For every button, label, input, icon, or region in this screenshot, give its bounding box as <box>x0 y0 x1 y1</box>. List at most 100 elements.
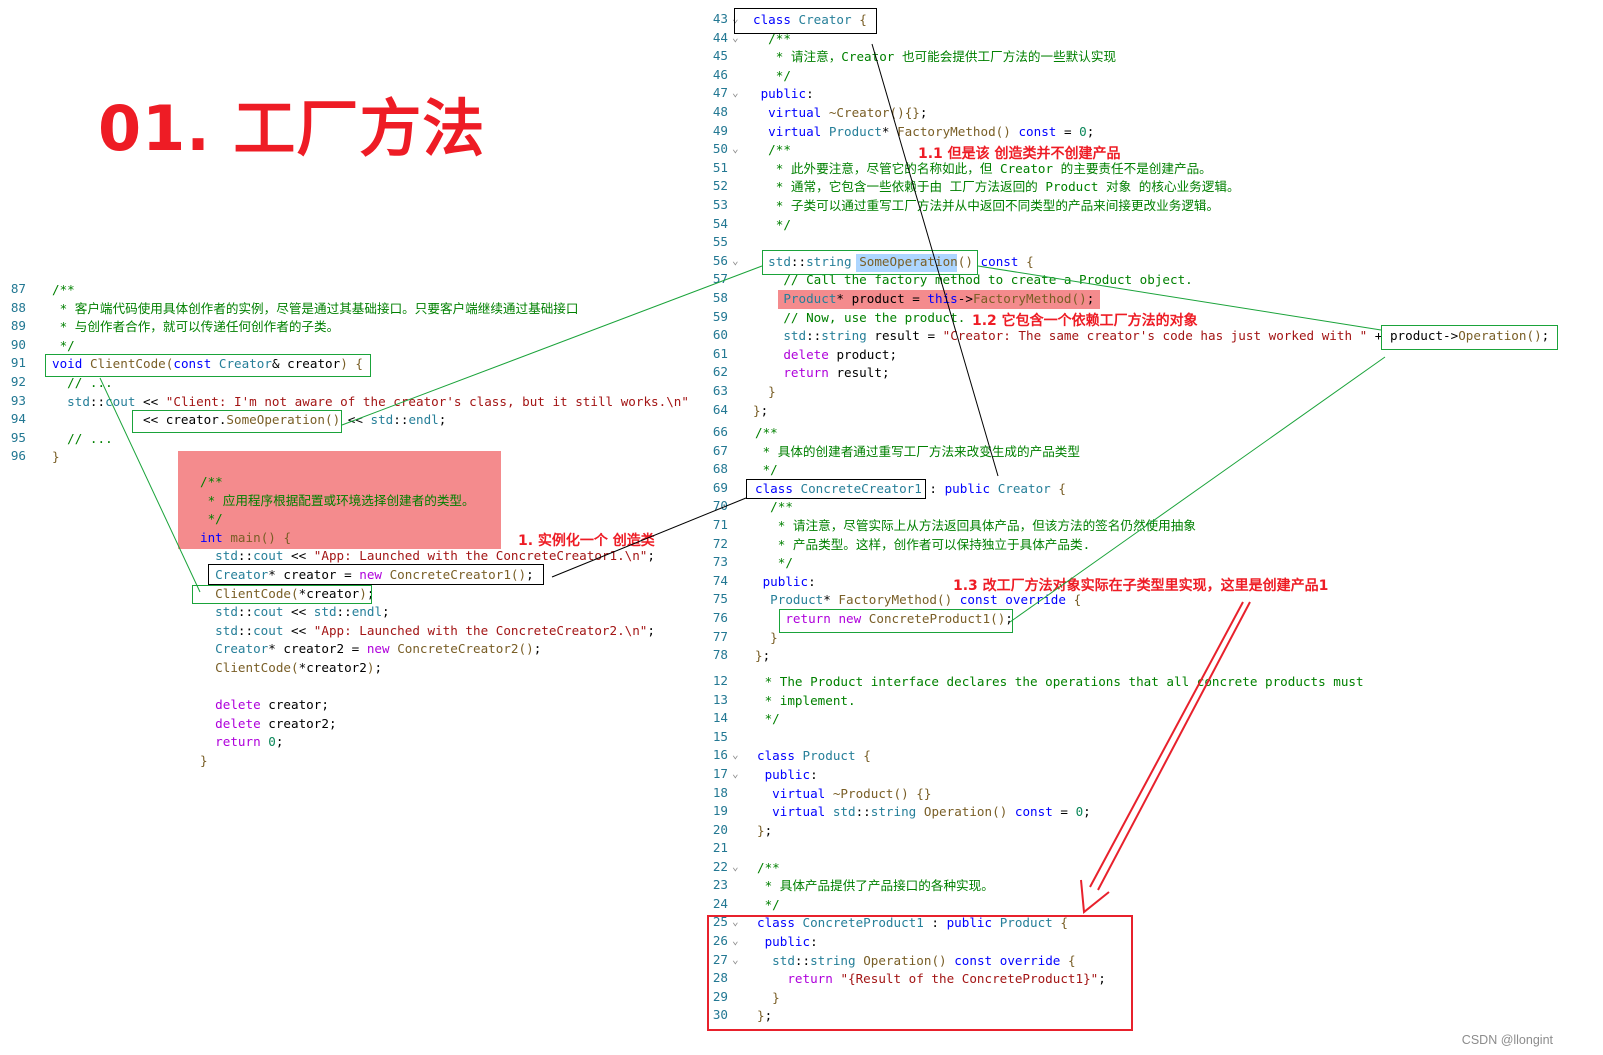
line-number: 88 <box>10 299 26 315</box>
line-number: 15 <box>712 728 728 744</box>
code-line: */ <box>200 511 223 527</box>
line-number: 69 <box>712 479 728 495</box>
line-number: 90 <box>10 336 26 352</box>
code-line: * 子类可以通过重写工厂方法并从中返回不同类型的产品来间接更改业务逻辑。 <box>753 198 1220 213</box>
concrete-creator1-box <box>746 479 926 499</box>
annotation-1-1: 1.1 但是该 创造类并不创建产品 <box>918 146 1121 162</box>
fold-chevron-icon[interactable]: ⌄ <box>732 86 739 99</box>
line-number: 53 <box>712 197 728 212</box>
code-line: // Now, use the product. <box>753 309 966 325</box>
page-title: 01. 工厂方法 <box>98 92 486 165</box>
code-line: * 请注意，尽管实际上从方法返回具体产品，但该方法的签名仍然使用抽象 <box>755 518 1196 533</box>
line-number: 51 <box>712 159 728 175</box>
code-line: * 具体的创建者通过重写工厂方法来改变生成的产品类型 <box>755 443 1080 459</box>
creator-class-box <box>734 8 877 34</box>
line-number: 60 <box>712 327 728 343</box>
line-number: 78 <box>712 647 728 663</box>
line-number: 52 <box>712 178 728 194</box>
fold-chevron-icon[interactable]: ⌄ <box>732 767 739 780</box>
line-number: 14 <box>712 710 728 726</box>
code-line: delete creator; <box>215 697 329 713</box>
code-line: int main() { <box>200 529 292 545</box>
code-line: class Product { <box>757 748 871 764</box>
code-line: std::cout << "Client: I'm not aware of t… <box>67 393 689 409</box>
line-number: 13 <box>712 691 728 707</box>
line-number: 57 <box>712 271 728 287</box>
fold-chevron-icon[interactable]: ⌄ <box>732 254 739 267</box>
code-line: */ <box>753 67 791 83</box>
line-number: 96 <box>10 448 26 464</box>
line-number: 56 <box>712 252 728 268</box>
line-number: 61 <box>712 345 728 361</box>
annotation-1: 1. 实例化一个 创造类 <box>518 533 655 549</box>
code-line: }; <box>753 402 769 418</box>
annotation-1-3: 1.3 改工厂方法对象实际在子类型里实现，这里是创建产品1 <box>953 578 1329 594</box>
code-line: } <box>768 384 776 399</box>
creator-instantiation-box <box>208 564 544 585</box>
line-number: 46 <box>712 66 728 82</box>
line-number: 22 <box>712 858 728 874</box>
clientcode-call-box <box>192 585 372 604</box>
fold-chevron-icon[interactable]: ⌄ <box>732 142 739 155</box>
line-number: 89 <box>10 318 26 334</box>
annotation-1-2: 1.2 它包含一个依赖工厂方法的对象 <box>972 313 1198 329</box>
code-line: }; <box>755 648 771 664</box>
code-line: std::cout << std::endl; <box>215 604 390 620</box>
code-line: delete creator2; <box>215 715 337 731</box>
line-number: 55 <box>712 234 728 250</box>
creator-someoperation-call-box <box>132 410 342 433</box>
line-number: 77 <box>712 628 728 644</box>
line-number: 73 <box>712 554 728 570</box>
code-line: */ <box>757 711 780 727</box>
line-number: 76 <box>712 610 728 625</box>
code-line: Creator* creator2 = new ConcreteCreator2… <box>215 641 542 657</box>
code-line: ClientCode(*creator2); <box>215 660 383 675</box>
code-line: } <box>770 629 778 645</box>
line-number: 74 <box>712 572 728 588</box>
line-number: 71 <box>712 517 728 532</box>
arrow-to-concrete-product <box>1080 601 1251 914</box>
line-number: 48 <box>712 104 728 119</box>
code-line: virtual std::string Operation() const = … <box>772 804 1091 820</box>
line-number: 24 <box>712 895 728 911</box>
line-number: 95 <box>10 429 26 445</box>
code-line: virtual Product* FactoryMethod() const =… <box>768 123 1095 139</box>
line-number: 63 <box>712 383 728 398</box>
line-number: 70 <box>712 498 728 514</box>
line-number: 64 <box>712 401 728 417</box>
code-line: virtual ~Product() {} <box>772 785 932 801</box>
code-line: /** <box>52 282 75 297</box>
line-number: 43 <box>712 11 728 26</box>
clientcode-signature-box <box>45 354 371 377</box>
code-line: */ <box>755 462 778 478</box>
line-number: 68 <box>712 461 728 477</box>
code-line: * 客户端代码使用具体创作者的实例，尽管是通过其基础接口。只要客户端继续通过基础… <box>52 300 579 316</box>
line-number: 66 <box>712 424 728 439</box>
code-line: */ <box>52 337 75 353</box>
code-line: }; <box>757 822 773 838</box>
line-number: 62 <box>712 364 728 380</box>
line-number: 87 <box>10 281 26 296</box>
line-number: 19 <box>712 803 728 819</box>
line-number: 47 <box>712 85 728 101</box>
code-line: * 产品类型。这样，创作者可以保持独立于具体产品类. <box>755 536 1091 552</box>
fold-chevron-icon[interactable]: ⌄ <box>732 860 739 873</box>
code-line: return 0; <box>215 734 284 750</box>
line-number: 45 <box>712 48 728 64</box>
line-number: 18 <box>712 784 728 800</box>
code-line: return result; <box>783 365 890 381</box>
code-line: virtual ~Creator(){}; <box>768 105 928 120</box>
line-number: 72 <box>712 535 728 551</box>
code-line: */ <box>753 216 791 232</box>
code-line: * The Product interface declares the ope… <box>757 674 1364 689</box>
line-number: 75 <box>712 591 728 607</box>
code-line: * implement. <box>757 692 856 708</box>
code-line: * 与创作者合作，就可以传递任何创作者的子类。 <box>52 319 340 335</box>
code-line: std::cout << "App: Launched with the Con… <box>215 622 655 638</box>
code-line: /** <box>753 142 791 158</box>
watermark: CSDN @llongint <box>1461 1033 1553 1047</box>
code-line: /** <box>755 425 778 440</box>
fold-chevron-icon[interactable]: ⌄ <box>732 748 739 761</box>
line-number: 67 <box>712 442 728 458</box>
code-line: } <box>200 753 208 768</box>
